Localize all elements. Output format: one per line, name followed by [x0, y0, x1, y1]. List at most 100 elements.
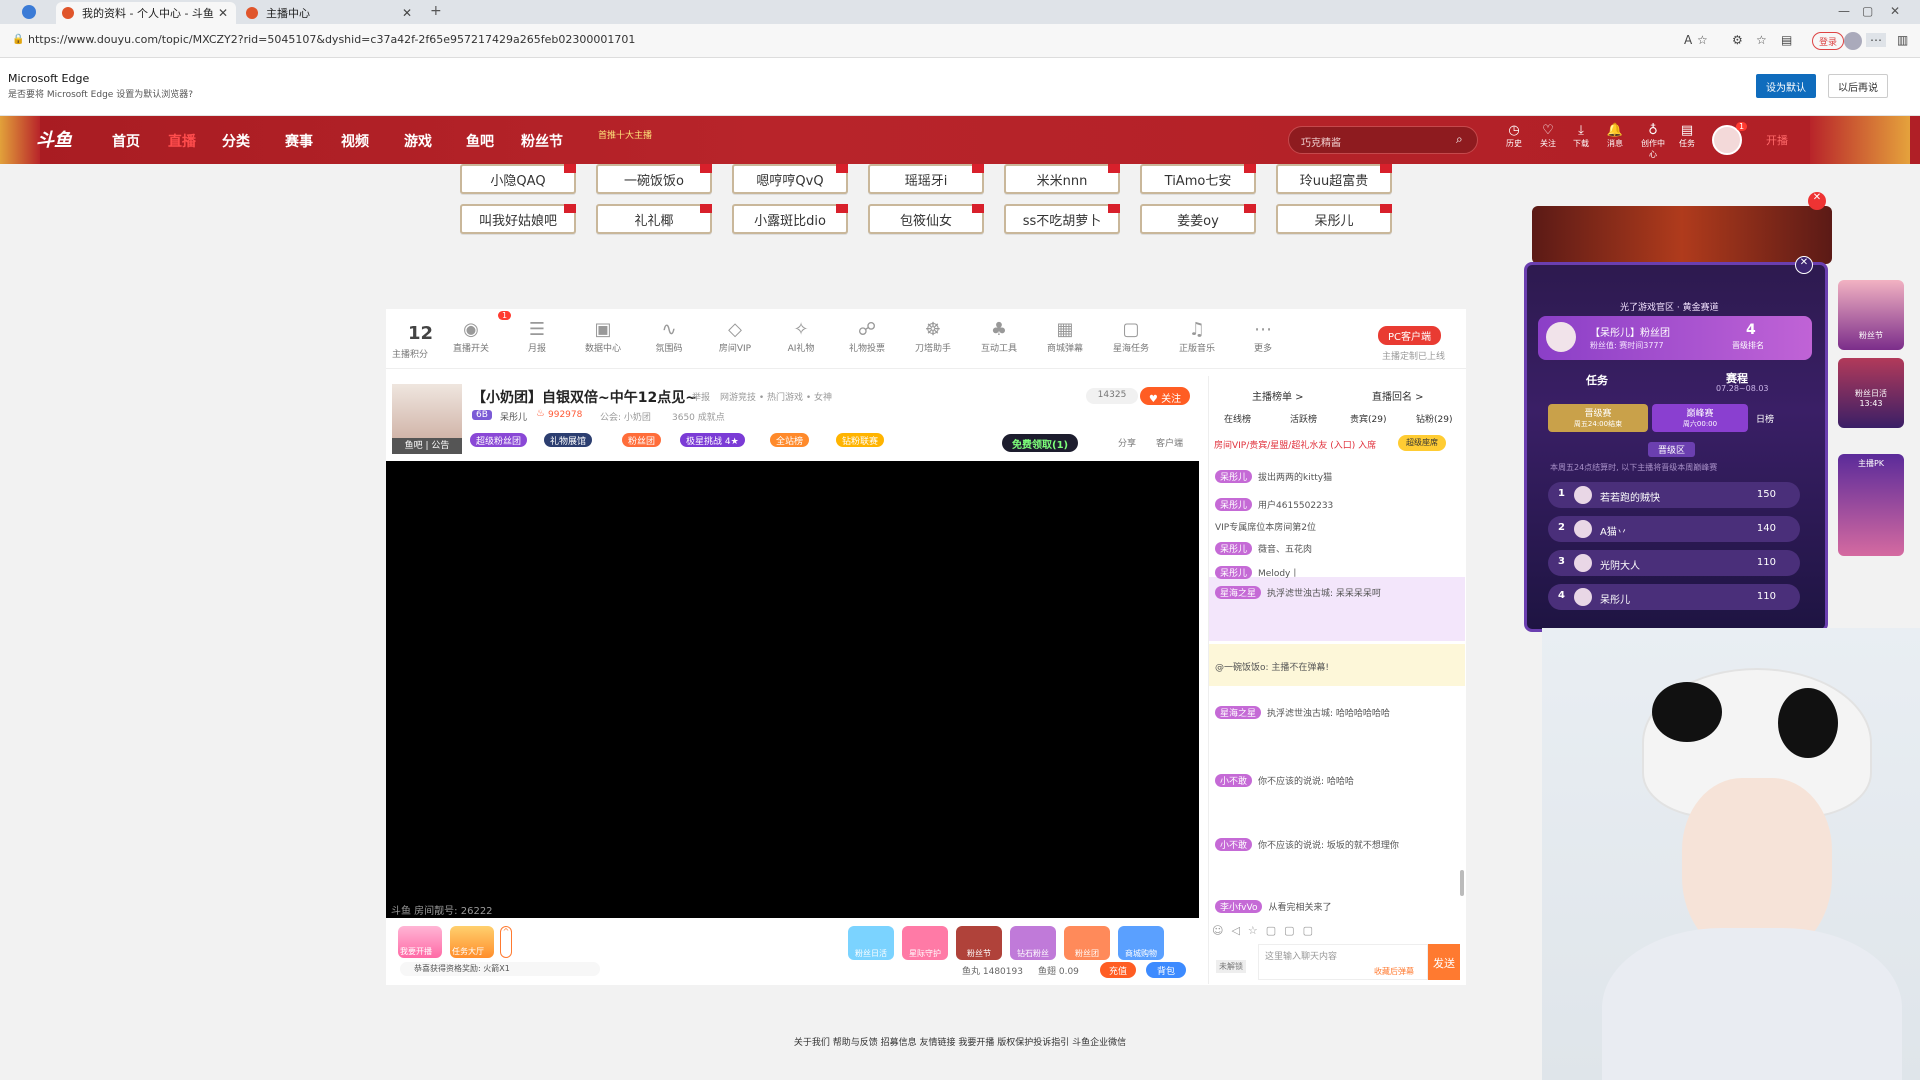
extensions-icon[interactable]: ⚙ [1732, 33, 1743, 47]
bottom-expand-icon[interactable]: ^ [500, 926, 512, 958]
close-banner-icon[interactable]: ✕ [1808, 192, 1826, 210]
nav-live[interactable]: 直播 [168, 131, 196, 151]
toolbar-item-6[interactable]: ☍ 礼物投票 [842, 319, 892, 354]
client-button[interactable]: 客户端 [1156, 436, 1183, 449]
anchor-button[interactable]: 小隐QAQ [460, 164, 576, 194]
video-player[interactable] [386, 461, 1199, 918]
close-event-icon[interactable]: ✕ [1795, 256, 1813, 274]
anchor-button[interactable]: 呆彤儿 [1276, 204, 1392, 234]
chat-scrollbar[interactable] [1460, 870, 1464, 896]
set-default-button[interactable]: 设为默认 [1756, 74, 1816, 98]
gift-tile[interactable]: 商城购物 [1118, 926, 1164, 960]
free-claim-button[interactable]: 免费领取(1) [1002, 434, 1079, 452]
tab-online[interactable]: 在线榜 [1224, 412, 1251, 425]
rank-row[interactable]: 2 A猫丷 140 [1548, 516, 1800, 542]
side-badge-festival[interactable]: 粉丝节 [1838, 280, 1904, 350]
recharge-button[interactable]: 充值 [1100, 962, 1136, 978]
streamer-name[interactable]: 呆彤儿 [500, 410, 527, 423]
close-window-icon[interactable]: ✕ [1890, 4, 1900, 18]
messages-button[interactable]: 🔔 消息 [1603, 124, 1627, 149]
gift-tile[interactable]: 粉丝团 [1064, 926, 1110, 960]
room-tag[interactable]: 礼物展馆 [544, 433, 593, 447]
edge-menu-icon[interactable] [22, 5, 36, 19]
follow-button[interactable]: ♥ 关注 [1140, 387, 1190, 405]
nav-home[interactable]: 首页 [112, 131, 140, 151]
chat-username[interactable]: 小不敢 [1215, 774, 1253, 787]
chat-username[interactable]: 小不敢 [1215, 838, 1253, 851]
anchor-button[interactable]: 包筱仙女 [868, 204, 984, 234]
creator-center-button[interactable]: ♁ 创作中心 [1638, 124, 1668, 160]
tab-streamer-center[interactable]: 主播中心 ✕ [240, 2, 420, 24]
toolbar-item-2[interactable]: ▣ 数据中心 [578, 319, 628, 354]
read-aloud-icon[interactable]: A [1684, 33, 1692, 47]
side-badge-pk[interactable]: 主播PK [1838, 454, 1904, 556]
search-icon[interactable]: ⌕ [1456, 132, 1463, 147]
toolbar-item-1[interactable]: ☰ 月报 [512, 319, 562, 354]
later-button[interactable]: 以后再说 [1828, 74, 1888, 98]
sidebar-icon[interactable]: ▥ [1897, 33, 1908, 47]
send-button[interactable]: 发送 [1428, 944, 1460, 980]
anchor-button[interactable]: 小露斑比dio [732, 204, 848, 234]
go-live-button[interactable]: 开播 [1766, 132, 1788, 148]
tab-task[interactable]: 任务 [1586, 372, 1608, 388]
chat-username[interactable]: 星海之星 [1215, 706, 1262, 719]
nav-events[interactable]: 赛事 [285, 131, 313, 151]
backpack-button[interactable]: 背包 [1146, 962, 1186, 978]
anchor-button[interactable]: 米米nnn [1004, 164, 1120, 194]
stage-qualifier[interactable]: 晋级赛 周五24:00结束 [1548, 404, 1648, 432]
profile-avatar[interactable] [1844, 32, 1862, 50]
toolbar-item-0[interactable]: ◉ 直播开关 [446, 319, 496, 354]
tab-vip[interactable]: 贵宾(29) [1350, 412, 1386, 425]
stage-peak[interactable]: 巅峰赛 周六00:00 [1652, 404, 1748, 432]
douyu-logo[interactable]: 斗鱼 [36, 126, 100, 154]
room-category[interactable]: 网游竞技 • 热门游戏 • 女神 [720, 390, 832, 403]
chat-username[interactable]: 星海之星 [1215, 586, 1262, 599]
live-rank-link[interactable]: 直播回名 > [1372, 388, 1424, 403]
tasks-button[interactable]: ▤ 任务 [1675, 124, 1699, 149]
chat-username[interactable]: 呆彤儿 [1215, 498, 1253, 511]
close-icon[interactable]: ✕ [218, 6, 228, 20]
toolbar-item-12[interactable]: ⋯ 更多 [1238, 319, 1288, 354]
room-tag[interactable]: 钻粉联赛 [836, 433, 885, 447]
anchor-button[interactable]: 姜姜oy [1140, 204, 1256, 234]
daily-rank-button[interactable]: 日榜 [1756, 412, 1774, 425]
anchor-button[interactable]: 一碗饭饭o [596, 164, 712, 194]
side-badge-daily[interactable]: 粉丝日活 13:43 [1838, 358, 1904, 428]
anchor-rank-link[interactable]: 主播榜单 > [1252, 388, 1304, 403]
chat-username[interactable]: 呆彤儿 [1215, 566, 1253, 579]
room-tag[interactable]: 超级粉丝团 [470, 433, 528, 447]
close-icon[interactable]: ✕ [402, 6, 412, 20]
tab-diamond[interactable]: 钻粉(29) [1416, 412, 1452, 425]
pc-client-button[interactable]: PC客户端 [1378, 326, 1442, 345]
rank-row[interactable]: 3 光阴大人 110 [1548, 550, 1800, 576]
favorite-star-icon[interactable]: ☆ [1697, 33, 1708, 47]
nav-video[interactable]: 视频 [341, 131, 369, 151]
report-link[interactable]: 举报 [692, 390, 710, 403]
minimize-icon[interactable]: — [1838, 4, 1850, 18]
download-button[interactable]: ⤓ 下载 [1569, 124, 1593, 149]
room-tag[interactable]: 极星挑战 4★ [680, 433, 745, 447]
room-tag[interactable]: 全站榜 [770, 433, 810, 447]
toolbar-item-7[interactable]: ☸ 刀塔助手 [908, 319, 958, 354]
anchor-button[interactable]: TiAmo七安 [1140, 164, 1256, 194]
avatar-links[interactable]: 鱼吧 | 公告 [392, 438, 462, 454]
url-field[interactable]: https://www.douyu.com/topic/MXCZY2?rid=5… [28, 33, 635, 46]
new-tab-icon[interactable]: + [430, 3, 442, 19]
toolbar-item-5[interactable]: ✧ AI礼物 [776, 319, 826, 354]
nav-fan-festival[interactable]: 粉丝节 [521, 131, 563, 151]
history-button[interactable]: ◷ 历史 [1502, 124, 1526, 149]
search-input[interactable]: 巧克精酱 [1288, 126, 1478, 154]
favorites-icon[interactable]: ☆ [1756, 33, 1767, 47]
maximize-icon[interactable]: ▢ [1862, 4, 1873, 18]
chat-username[interactable]: 呆彤儿 [1215, 542, 1253, 555]
rank-row[interactable]: 1 若若跑的贼快 150 [1548, 482, 1800, 508]
anchor-button[interactable]: 叫我好姑娘吧 [460, 204, 576, 234]
promo-banner[interactable]: 首推十大主播 [598, 128, 652, 141]
more-options-icon[interactable]: ⋯ [1866, 33, 1886, 47]
tab-active[interactable]: 活跃榜 [1290, 412, 1317, 425]
anchor-button[interactable]: 嗯哼哼QvQ [732, 164, 848, 194]
gift-tile[interactable]: 星际守护 [902, 926, 948, 960]
chat-username[interactable]: 呆彤儿 [1215, 470, 1253, 483]
toolbar-item-8[interactable]: ♣ 互动工具 [974, 319, 1024, 354]
follow-button[interactable]: ♡ 关注 [1536, 124, 1560, 149]
